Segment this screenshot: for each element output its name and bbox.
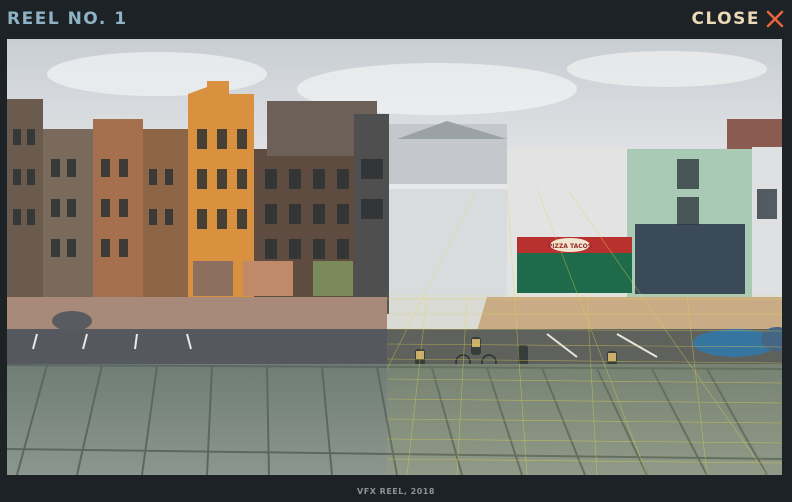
- street-scene-image: PIZZA TACOS: [7, 39, 782, 475]
- close-icon[interactable]: [766, 10, 784, 28]
- close-label: CLOSE: [691, 9, 760, 29]
- storefront-sign: PIZZA TACOS: [548, 243, 592, 250]
- close-button[interactable]: CLOSE: [691, 9, 784, 29]
- video-frame[interactable]: PIZZA TACOS: [7, 39, 782, 475]
- footer-caption: VFX REEL, 2018: [357, 487, 435, 496]
- reel-title: REEL NO. 1: [7, 9, 128, 29]
